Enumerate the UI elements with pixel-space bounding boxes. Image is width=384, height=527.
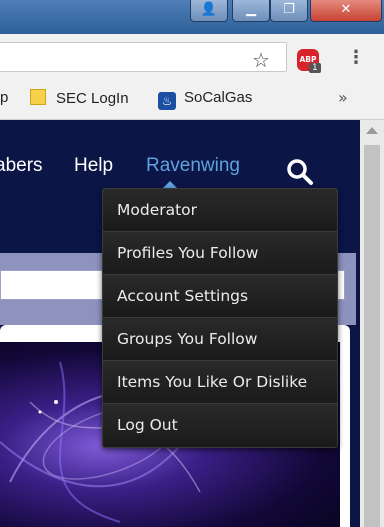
folder-icon bbox=[30, 89, 46, 105]
bookmarks-bar: p SEC LogIn ♨ SoCalGas bbox=[0, 78, 384, 120]
maximize-icon: ❐ bbox=[283, 2, 295, 17]
minimize-button[interactable]: ▁ bbox=[232, 0, 270, 22]
scrollbar-thumb[interactable] bbox=[364, 145, 380, 527]
menu-item-account-settings[interactable]: Account Settings bbox=[103, 275, 337, 318]
browser-toolbar bbox=[0, 34, 384, 78]
search-icon[interactable] bbox=[286, 158, 314, 186]
bookmark-socalgas[interactable]: ♨ SoCalGas bbox=[158, 89, 252, 110]
menu-item-log-out[interactable]: Log Out bbox=[103, 404, 337, 447]
maximize-button[interactable]: ❐ bbox=[270, 0, 308, 22]
window-titlebar: 👤 ▁ ❐ ✕ bbox=[0, 0, 384, 34]
adblock-badge-count: 1 bbox=[309, 63, 321, 73]
nav-members-link[interactable]: abers bbox=[0, 155, 43, 177]
close-window-button[interactable]: ✕ bbox=[310, 0, 382, 22]
socalgas-flame-icon: ♨ bbox=[158, 92, 176, 110]
bookmarks-overflow-icon[interactable]: » bbox=[338, 88, 348, 107]
address-bar[interactable] bbox=[0, 42, 287, 72]
active-caret-indicator bbox=[163, 181, 177, 188]
bookmark-partial-label[interactable]: p bbox=[0, 89, 8, 106]
menu-item-items-you-like-or-dislike[interactable]: Items You Like Or Dislike bbox=[103, 361, 337, 404]
user-icon: 👤 bbox=[200, 2, 218, 17]
close-icon: ✕ bbox=[340, 2, 352, 17]
adblock-extension-button[interactable]: ABP 1 bbox=[297, 49, 321, 73]
user-dropdown-menu: Moderator Profiles You Follow Account Se… bbox=[102, 188, 338, 448]
page-scrollbar[interactable] bbox=[360, 120, 384, 527]
bookmark-star-icon[interactable]: ☆ bbox=[252, 48, 270, 72]
menu-item-profiles-you-follow[interactable]: Profiles You Follow bbox=[103, 232, 337, 275]
scroll-up-arrow-icon[interactable] bbox=[366, 127, 378, 134]
bookmark-label: SEC LogIn bbox=[56, 90, 129, 107]
bookmark-label: SoCalGas bbox=[184, 89, 253, 106]
bookmark-sec-login[interactable]: SEC LogIn bbox=[30, 89, 129, 107]
minimize-icon: ▁ bbox=[246, 2, 256, 17]
menu-item-moderator[interactable]: Moderator bbox=[103, 189, 337, 232]
nav-user-menu-link[interactable]: Ravenwing bbox=[146, 155, 240, 177]
browser-menu-icon[interactable]: ⋮ bbox=[347, 47, 365, 68]
user-profile-button[interactable]: 👤 bbox=[190, 0, 228, 22]
nav-help-link[interactable]: Help bbox=[74, 155, 113, 177]
menu-item-groups-you-follow[interactable]: Groups You Follow bbox=[103, 318, 337, 361]
